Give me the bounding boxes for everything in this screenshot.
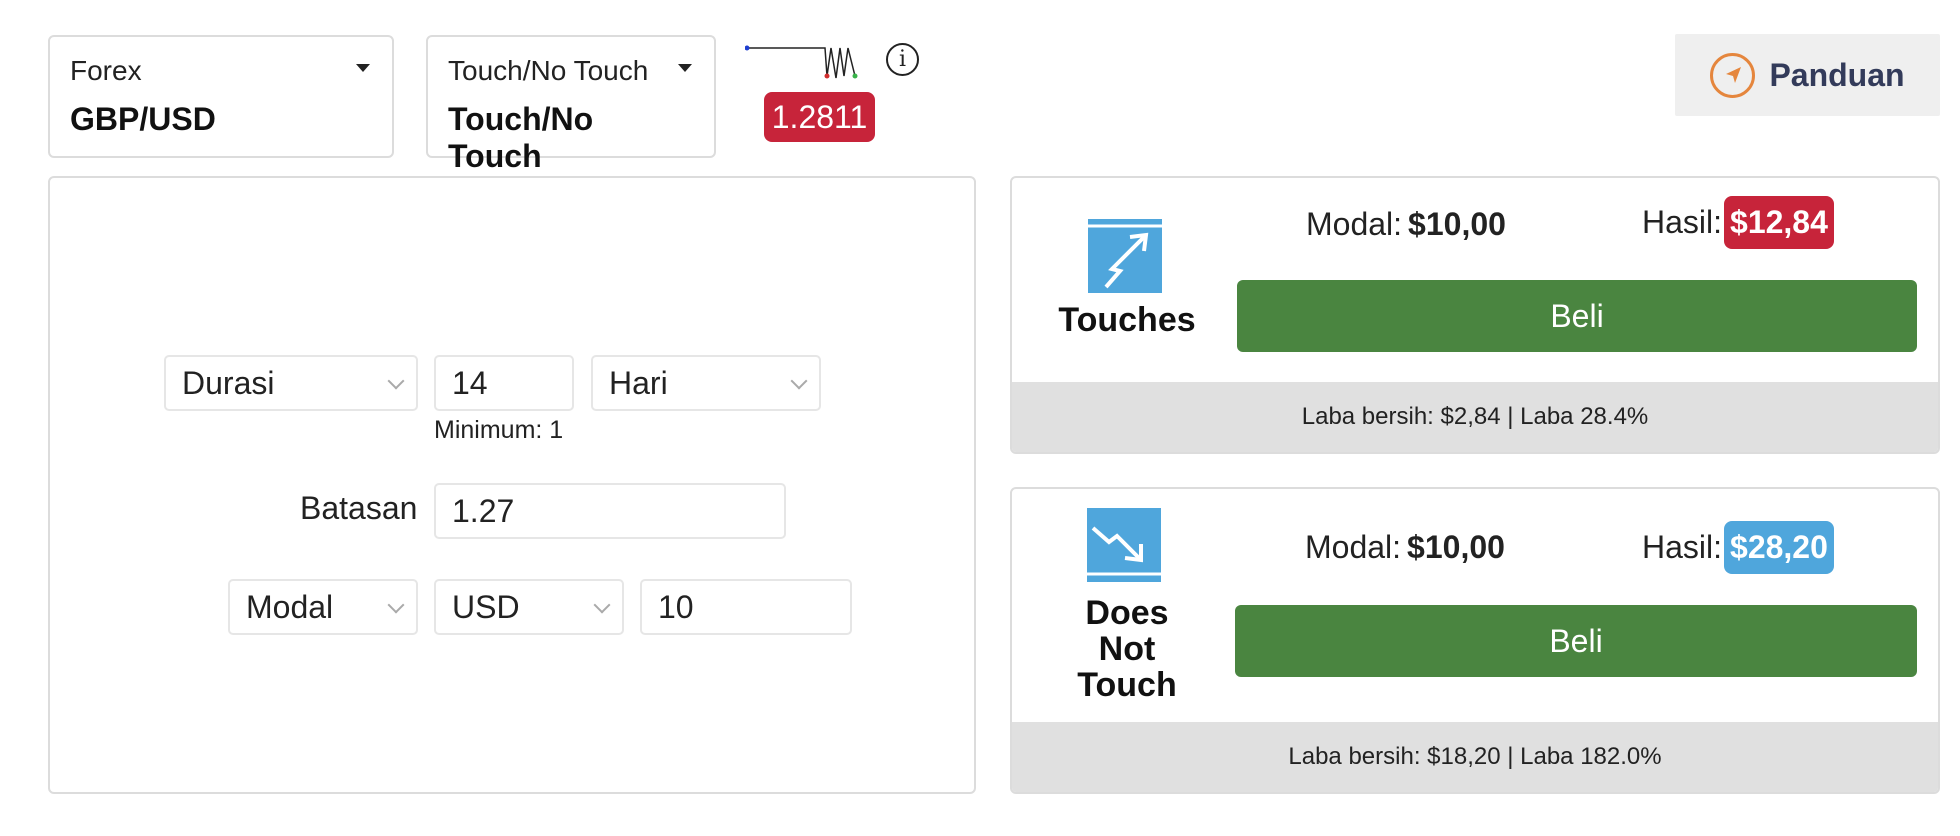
guide-label: Panduan xyxy=(1769,56,1905,93)
touch-arrow-down-icon xyxy=(1087,508,1161,582)
underlying-selector[interactable]: Forex GBP/USD xyxy=(48,35,394,158)
spot-price-badge: 1.2811 xyxy=(764,92,875,142)
payout-label: Hasil: xyxy=(1642,204,1723,240)
payout-row: Hasil: $28,20 xyxy=(1642,521,1834,574)
stake-row: Modal: $10,00 xyxy=(1306,206,1506,243)
chevron-down-icon xyxy=(790,372,808,390)
chevron-down-icon xyxy=(387,596,405,614)
amount-type-select[interactable]: Modal xyxy=(228,579,418,635)
net-profit-text: Laba bersih: $2,84 | Laba 28.4% xyxy=(1012,382,1938,452)
amount-type-value: Modal xyxy=(246,588,334,625)
market-category: Forex xyxy=(70,55,142,86)
info-icon[interactable]: i xyxy=(886,43,919,76)
chevron-down-icon xyxy=(593,596,611,614)
trade-form-panel: Durasi 14 Hari Minimum: 1 Batasan 1.27 M… xyxy=(48,176,976,794)
duration-type-select[interactable]: Durasi xyxy=(164,355,418,411)
payout-label: Hasil: xyxy=(1642,529,1723,565)
net-profit-text: Laba bersih: $18,20 | Laba 182.0% xyxy=(1012,722,1938,792)
stake-label: Modal: xyxy=(1305,529,1402,565)
contract-name-does-not-touch: Does Not Touch xyxy=(1052,595,1202,703)
currency-value: USD xyxy=(452,588,520,625)
payout-value: $28,20 xyxy=(1724,521,1834,574)
contract-name-line: Does xyxy=(1085,594,1169,632)
stake-label: Modal: xyxy=(1306,206,1403,242)
stake-row: Modal: $10,00 xyxy=(1305,529,1505,566)
barrier-input[interactable]: 1.27 xyxy=(434,483,786,539)
contract-category: Touch/No Touch xyxy=(448,55,649,86)
touch-arrow-up-icon xyxy=(1088,219,1162,293)
guide-button[interactable]: Panduan xyxy=(1675,34,1940,116)
buy-touches-button[interactable]: Beli xyxy=(1237,280,1917,352)
barrier-label: Batasan xyxy=(300,490,418,526)
stake-value: $10,00 xyxy=(1407,529,1505,565)
stake-value: $10,00 xyxy=(1408,206,1506,242)
payout-row: Hasil: $12,84 xyxy=(1642,196,1834,249)
touches-contract-card: Touches Modal: $10,00 Hasil: $12,84 Beli… xyxy=(1010,176,1940,454)
caret-down-icon xyxy=(356,64,370,72)
duration-unit-select[interactable]: Hari xyxy=(591,355,821,411)
duration-input[interactable]: 14 xyxy=(434,355,574,411)
amount-input[interactable]: 10 xyxy=(640,579,852,635)
navigation-arrow-icon xyxy=(1710,52,1756,98)
payout-value: $12,84 xyxy=(1724,196,1834,249)
duration-unit-value: Hari xyxy=(609,364,668,401)
caret-down-icon xyxy=(678,64,692,72)
contract-type-selector[interactable]: Touch/No Touch Touch/No Touch xyxy=(426,35,716,174)
chevron-down-icon xyxy=(387,372,405,390)
contract-name-line: Not xyxy=(1098,630,1156,668)
contract-type: Touch/No Touch xyxy=(448,101,594,174)
contract-name-touches: Touches xyxy=(1058,301,1196,339)
price-sparkline xyxy=(745,45,858,79)
currency-select[interactable]: USD xyxy=(434,579,624,635)
contract-name-line: Touch xyxy=(1077,666,1177,704)
duration-type-value: Durasi xyxy=(182,364,275,401)
buy-does-not-touch-button[interactable]: Beli xyxy=(1235,605,1917,677)
market-symbol: GBP/USD xyxy=(70,101,216,137)
does-not-touch-contract-card: Does Not Touch Modal: $10,00 Hasil: $28,… xyxy=(1010,487,1940,794)
duration-min-hint: Minimum: 1 xyxy=(434,416,564,444)
